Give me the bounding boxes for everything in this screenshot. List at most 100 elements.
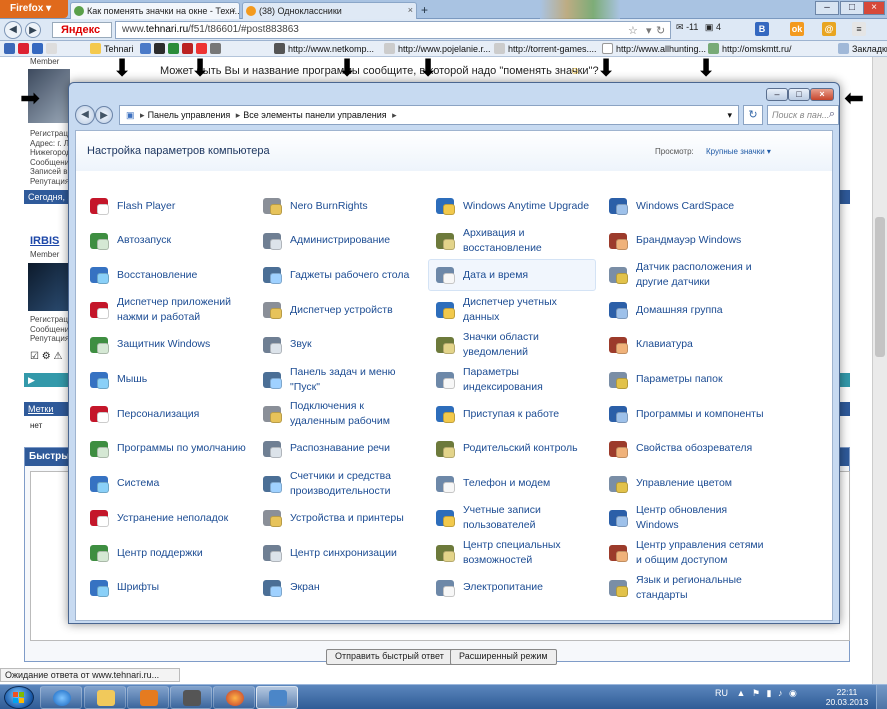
- volume-icon[interactable]: ♪: [778, 688, 783, 698]
- dropdown-icon[interactable]: ▾: [646, 24, 652, 37]
- cp-item[interactable]: Управление цветом: [601, 468, 769, 500]
- bookmarks-menu[interactable]: Закладки: [838, 43, 887, 54]
- close-tab-icon[interactable]: ×: [408, 5, 413, 15]
- close-tab-icon[interactable]: ×: [231, 5, 236, 15]
- cp-item[interactable]: Параметры папок: [601, 364, 769, 396]
- new-tab-icon[interactable]: +: [421, 3, 428, 17]
- cp-item[interactable]: Восстановление: [82, 259, 250, 291]
- search-input[interactable]: Поиск в пан... ⌕: [767, 105, 839, 125]
- bookmark-tehnari[interactable]: Tehnari: [90, 43, 134, 54]
- cp-item[interactable]: Звук: [255, 329, 423, 361]
- bookmark-torrent-games[interactable]: http://torrent-games....: [494, 43, 597, 54]
- taskbar-firefox[interactable]: [213, 686, 255, 709]
- cp-item[interactable]: Экран: [255, 572, 423, 604]
- scrollbar-thumb[interactable]: [875, 217, 885, 357]
- search-icon[interactable]: ⌕: [829, 108, 835, 121]
- advanced-mode-button[interactable]: Расширенный режим: [450, 649, 557, 665]
- cp-item[interactable]: Учетные записи пользователей: [428, 502, 596, 534]
- cp-item[interactable]: Свойства обозревателя: [601, 433, 769, 465]
- minimize-icon[interactable]: –: [815, 1, 839, 15]
- cp-item[interactable]: Nero BurnRights: [255, 190, 423, 222]
- cp-item[interactable]: Устройства и принтеры: [255, 502, 423, 534]
- cp-item[interactable]: Телефон и модем: [428, 468, 596, 500]
- cp-item[interactable]: Клавиатура: [601, 329, 769, 361]
- cp-item[interactable]: Язык и региональные стандарты: [601, 572, 769, 604]
- url-bar[interactable]: www.tehnari.ru/f51/t86601/#post883863 ☆ …: [115, 21, 671, 39]
- page-scrollbar[interactable]: [872, 57, 887, 684]
- cp-item[interactable]: Защитник Windows: [82, 329, 250, 361]
- cp-item[interactable]: Счетчики и средства производительности: [255, 468, 423, 500]
- cp-item[interactable]: Дата и время: [428, 259, 596, 292]
- flag-icon[interactable]: ⚑: [752, 688, 760, 698]
- cp-item[interactable]: Электропитание: [428, 572, 596, 604]
- maximize-icon[interactable]: □: [788, 88, 810, 101]
- bookmark-pojelanie[interactable]: http://www.pojelanie.r...: [384, 43, 491, 54]
- back-icon[interactable]: ◀: [75, 105, 95, 125]
- cp-item[interactable]: Администрирование: [255, 225, 423, 257]
- cp-item[interactable]: Flash Player: [82, 190, 250, 222]
- cp-item[interactable]: Устранение неполадок: [82, 502, 250, 534]
- start-button[interactable]: [4, 686, 34, 709]
- chevron-down-icon[interactable]: ▾: [727, 110, 732, 121]
- bookmark-star-icon[interactable]: ☆: [628, 24, 638, 37]
- cp-item[interactable]: Центр управления сетями и общим доступом: [601, 537, 769, 569]
- cp-item[interactable]: Диспетчер устройств: [255, 294, 423, 326]
- cp-item[interactable]: Родительский контроль: [428, 433, 596, 465]
- cp-item[interactable]: Мышь: [82, 364, 250, 396]
- window-title-bar[interactable]: – □ ×: [69, 83, 839, 103]
- bookmark-allhunting[interactable]: http://www.allhunting...: [602, 43, 706, 54]
- refresh-icon[interactable]: ↻: [743, 105, 763, 125]
- mailru-icon[interactable]: @: [822, 22, 836, 36]
- cp-item[interactable]: Распознавание речи: [255, 433, 423, 465]
- bookmark-netkomp[interactable]: http://www.netkomp...: [274, 43, 374, 54]
- clock[interactable]: 22:11 20.03.2013: [822, 687, 872, 707]
- tray-arrow-icon[interactable]: ▲: [737, 688, 746, 698]
- taskbar-media-player[interactable]: [127, 686, 169, 709]
- breadcrumb-all-items[interactable]: Все элементы панели управления: [243, 110, 386, 120]
- vk-icon[interactable]: B: [755, 22, 769, 36]
- cp-item[interactable]: Архивация и восстановление: [428, 225, 596, 257]
- firefox-menu-button[interactable]: Firefox ▾: [0, 0, 68, 18]
- cp-item[interactable]: Домашняя группа: [601, 294, 769, 326]
- cp-item[interactable]: Значки области уведомлений: [428, 329, 596, 361]
- tab-tehnari[interactable]: Как поменять значки на окне - Техн... ×: [70, 2, 240, 19]
- cp-item[interactable]: Панель задач и меню "Пуск": [255, 364, 423, 396]
- notes-icon[interactable]: ▣: [705, 22, 714, 32]
- show-desktop-button[interactable]: [876, 685, 887, 709]
- bookmark-icons-group[interactable]: [4, 43, 60, 54]
- forward-icon[interactable]: ▶: [95, 106, 113, 124]
- back-icon[interactable]: ◀: [4, 21, 22, 39]
- taskbar-app[interactable]: [170, 686, 212, 709]
- menu-icon[interactable]: ≡: [852, 22, 866, 36]
- cp-item[interactable]: Подключения к удаленным рабочим: [255, 398, 423, 430]
- cp-item[interactable]: Брандмауэр Windows: [601, 225, 769, 257]
- cp-item[interactable]: Гаджеты рабочего стола: [255, 259, 423, 291]
- mail-icon[interactable]: ✉: [676, 22, 684, 32]
- cp-item[interactable]: Центр обновления Windows: [601, 502, 769, 534]
- cp-item[interactable]: Параметры индексирования: [428, 364, 596, 396]
- post-action-icons[interactable]: ☑ ⚙ ⚠: [30, 351, 62, 362]
- view-selector[interactable]: Крупные значки ▾: [706, 147, 771, 156]
- breadcrumb[interactable]: ▣ ▸ Панель управления ▸ Все элементы панел…: [119, 105, 739, 125]
- cp-item[interactable]: Приступая к работе: [428, 398, 596, 430]
- cp-item[interactable]: Автозапуск: [82, 225, 250, 257]
- yandex-search-button[interactable]: Яндекс: [52, 22, 112, 38]
- cp-item[interactable]: Центр специальных возможностей: [428, 537, 596, 569]
- forward-icon[interactable]: ▶: [25, 22, 41, 38]
- cp-item[interactable]: Персонализация: [82, 398, 250, 430]
- bookmark-icons-group-2[interactable]: [140, 43, 224, 54]
- reload-icon[interactable]: ↻: [656, 24, 665, 37]
- network-icon[interactable]: ▮: [767, 688, 772, 698]
- language-indicator[interactable]: RU: [715, 688, 728, 698]
- tab-odnoklassniki[interactable]: (38) Одноклассники ×: [242, 2, 417, 19]
- cp-item[interactable]: Windows Anytime Upgrade: [428, 190, 596, 222]
- cp-item[interactable]: Центр синхронизации: [255, 537, 423, 569]
- bookmark-omskmtt[interactable]: http://omskmtt.ru/: [708, 43, 792, 54]
- user-link-irbis[interactable]: IRBIS: [30, 235, 59, 247]
- breadcrumb-control-panel[interactable]: Панель управления: [148, 110, 231, 120]
- maximize-icon[interactable]: □: [840, 1, 864, 15]
- update-icon[interactable]: ◉: [789, 688, 797, 698]
- cp-item[interactable]: Система: [82, 468, 250, 500]
- cp-item[interactable]: Windows CardSpace: [601, 190, 769, 222]
- cp-item[interactable]: Датчик расположения и другие датчики: [601, 259, 769, 291]
